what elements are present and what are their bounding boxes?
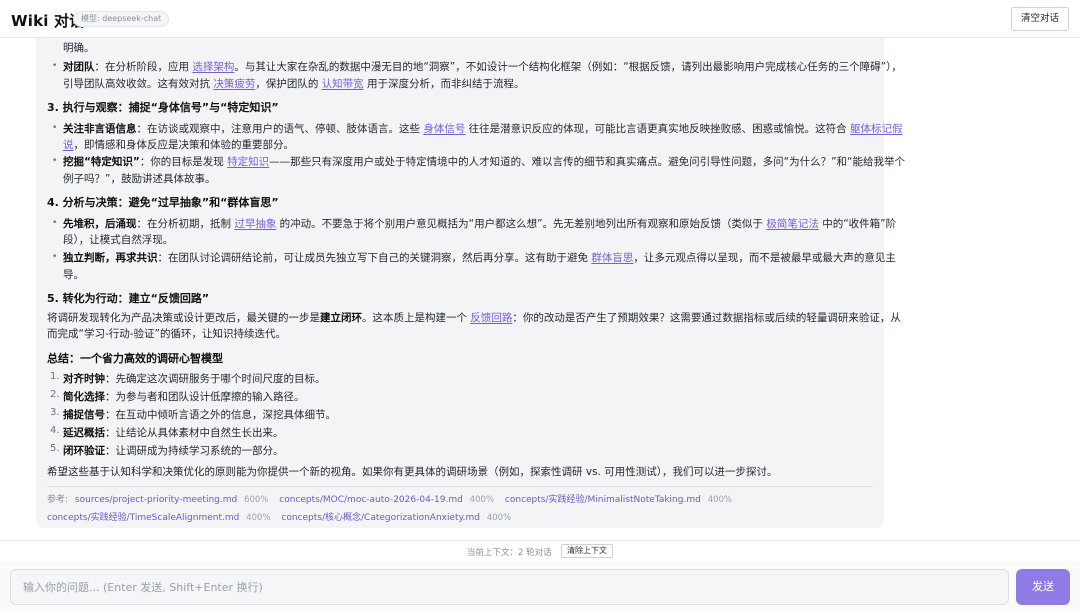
context-status: 当前上下文：2 轮对话 (467, 548, 552, 558)
send-button[interactable]: 发送 (1016, 569, 1070, 605)
references-row: concepts/实践经验/TimeScaleAlignment.md 400%… (47, 510, 519, 523)
bullet-icon: • (52, 252, 58, 262)
reference-score: 400% (486, 513, 512, 523)
list-item: 关注非言语信息：在访谈或观察中，注意用户的语气、停顿、肢体语言。这些 身体信号 … (63, 123, 903, 135)
reference-link[interactable]: concepts/MOC/moc-auto-2026-04-19.md (279, 495, 463, 505)
list-item-continued: 引导团队高效收敛。这有效对抗 决策疲劳，保护团队的 认知带宽 用于深度分析，而非… (63, 78, 525, 90)
summary-item: 简化选择：为参与者和团队设计低摩擦的输入路径。 (63, 391, 305, 403)
list-item: 挖掘“特定知识”：你的目标是发现 特定知识——那些只有深度用户或处于特定情境中的… (63, 156, 905, 168)
reference-link[interactable]: concepts/实践经验/TimeScaleAlignment.md (47, 513, 239, 523)
reference-link[interactable]: concepts/核心概念/CategorizationAnxiety.md (281, 513, 480, 523)
summary-item: 捕捉信号：在互动中倾听言语之外的信息，深挖具体细节。 (63, 409, 336, 421)
references-row: 参考: sources/project-priority-meeting.md … (47, 492, 740, 505)
list-number: 2. (50, 389, 60, 400)
app-header: Wiki 对话 模型: deepseek-chat 清空对话 (0, 0, 1080, 38)
summary-heading: 总结：一个省力高效的调研心智模型 (47, 352, 223, 365)
clear-context-button[interactable]: 清除上下文 (561, 544, 613, 558)
link-body-signals[interactable]: 身体信号 (423, 123, 465, 135)
list-item: 独立判断，再求共识：在团队讨论调研结论前，可让成员先独立写下自己的关键洞察，然后… (63, 252, 896, 264)
reference-score: 400% (469, 495, 495, 505)
link-cognitive-bandwidth[interactable]: 认知带宽 (322, 78, 364, 90)
link-decision-fatigue[interactable]: 决策疲劳 (213, 78, 255, 90)
reference-link[interactable]: sources/project-priority-meeting.md (75, 495, 237, 505)
link-somatic-marker-cont[interactable]: 说 (63, 139, 74, 151)
closing-paragraph: 希望这些基于认知科学和决策优化的原则能为你提供一个新的视角。如果你有更具体的调研… (47, 466, 778, 478)
list-item: 先堆积，后涌现：在分析初期，抵制 过早抽象 的冲动。不要急于将个别用户意见概括为… (63, 218, 897, 230)
references-label: 参考: (47, 495, 69, 505)
question-input[interactable] (10, 569, 1009, 605)
chat-area[interactable]: 明确。 • 对团队：在分析阶段，应用 选择架构。与其让大家在杂乱的数据中漫无目的… (0, 38, 1080, 540)
clear-chat-button[interactable]: 清空对话 (1011, 7, 1069, 31)
summary-item: 闭环验证：让调研成为持续学习系统的一部分。 (63, 445, 284, 457)
link-choice-architecture[interactable]: 选择架构 (192, 61, 234, 73)
list-item-continued: 导。 (63, 269, 84, 281)
list-number: 5. (50, 443, 60, 454)
link-somatic-marker[interactable]: 躯体标记假 (850, 123, 903, 135)
link-feedback-loop[interactable]: 反馈回路 (470, 312, 512, 324)
reference-score: 400% (707, 495, 733, 505)
summary-item: 对齐时钟：先确定这次调研服务于哪个时间尺度的目标。 (63, 373, 326, 385)
bullet-icon: • (52, 156, 58, 166)
references-divider (47, 486, 873, 487)
input-area: 发送 (0, 561, 1080, 612)
link-minimalist-notes[interactable]: 极简笔记法 (766, 218, 819, 230)
bullet-icon: • (52, 123, 58, 133)
link-premature-abstraction[interactable]: 过早抽象 (234, 218, 276, 230)
message-line: 明确。 (63, 42, 95, 54)
summary-item: 延迟概括：让结论从具体素材中自然生长出来。 (63, 427, 284, 439)
context-bar: 当前上下文：2 轮对话 清除上下文 (0, 540, 1080, 560)
reference-score: 600% (244, 495, 269, 505)
reference-score: 400% (246, 513, 271, 523)
section-heading: 3. 执行与观察：捕捉“身体信号”与“特定知识” (47, 101, 279, 114)
paragraph: 将调研发现转化为产品决策或设计更改后，最关键的一步是建立闭环。这本质上是构建一个… (47, 312, 901, 324)
bullet-icon: • (52, 61, 58, 71)
list-item-continued: 说，即情感和身体反应是决策和体验的重要部分。 (63, 139, 294, 151)
section-heading: 4. 分析与决策：避免“过早抽象”和“群体盲思” (47, 196, 279, 209)
model-badge: 模型: deepseek-chat (73, 11, 170, 27)
link-groupthink[interactable]: 群体盲思 (591, 252, 633, 264)
list-number: 1. (50, 371, 60, 382)
reference-link[interactable]: concepts/实践经验/MinimalistNoteTaking.md (505, 495, 701, 505)
section-heading: 5. 转化为行动：建立“反馈回路” (47, 292, 210, 305)
list-item: 对团队：在分析阶段，应用 选择架构。与其让大家在杂乱的数据中漫无目的地“洞察”，… (63, 61, 902, 73)
list-number: 3. (50, 407, 60, 418)
link-specific-knowledge[interactable]: 特定知识 (227, 156, 269, 168)
list-number: 4. (50, 425, 60, 436)
list-item-continued: 例子吗？”，鼓励讲述具体故事。 (63, 173, 216, 185)
paragraph-continued: 而完成“学习-行动-验证”的循环，让知识持续迭代。 (47, 328, 286, 340)
list-item-continued: 段），让模式自然浮现。 (63, 234, 174, 246)
bullet-icon: • (52, 218, 58, 228)
